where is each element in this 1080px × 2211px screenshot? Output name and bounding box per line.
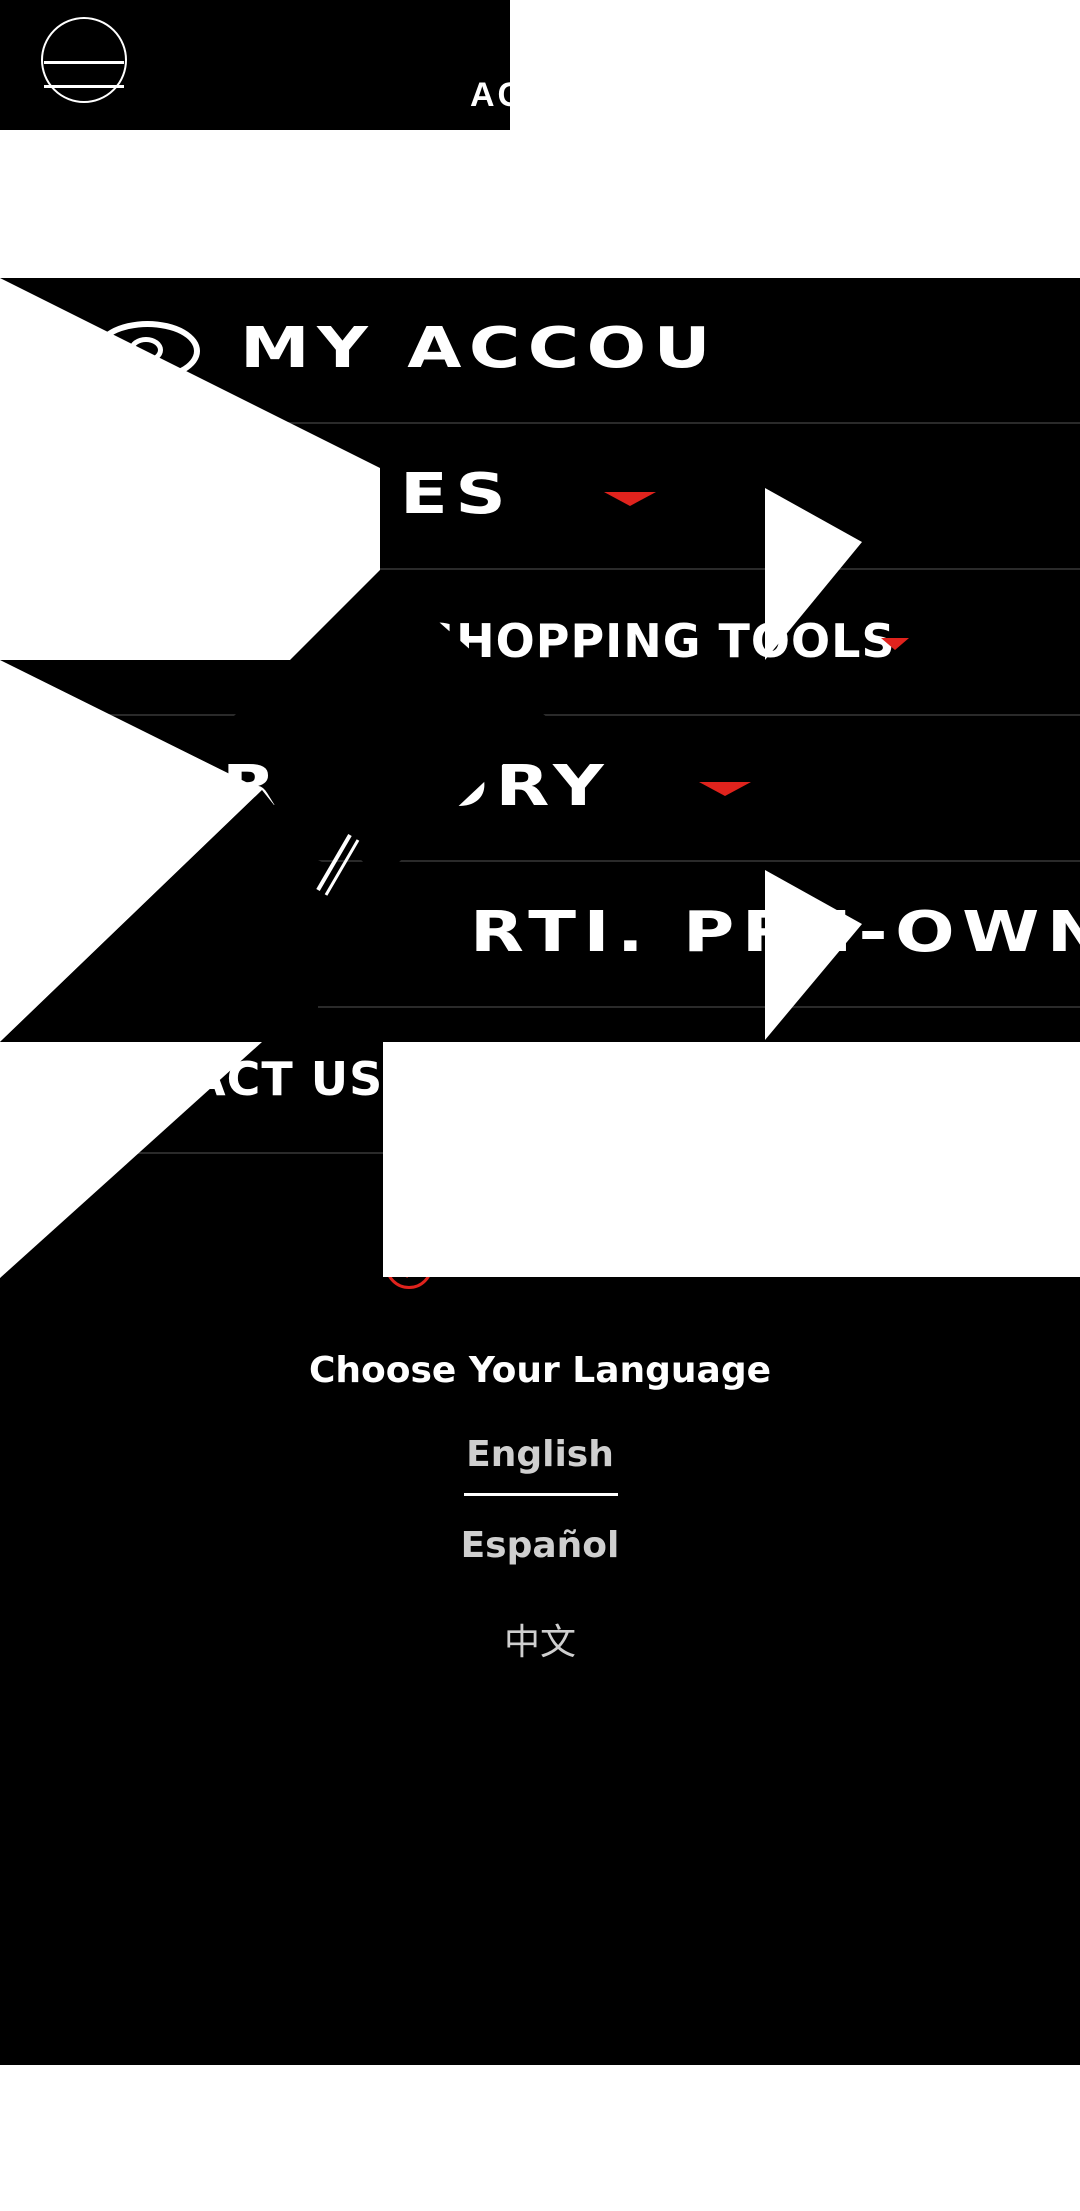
artifact-shape [318, 860, 450, 1000]
render-artifacts [0, 278, 1080, 1278]
artifact-shape [765, 870, 862, 1040]
language-option-espanol[interactable]: Español [0, 1525, 1080, 1566]
artifact-shape [0, 278, 380, 660]
language-option-chinese[interactable]: 中文 [0, 1613, 1080, 1665]
screen: AC MY ACCOU ES SHOPPING TOOLS R STORY [0, 0, 1080, 2211]
language-title: Choose Your Language [308, 1350, 772, 1391]
language-option-english[interactable]: English [0, 1434, 1080, 1475]
artifact-shape [383, 1042, 1080, 1277]
selected-language-underline [464, 1493, 618, 1496]
artifact-shape [765, 488, 862, 660]
